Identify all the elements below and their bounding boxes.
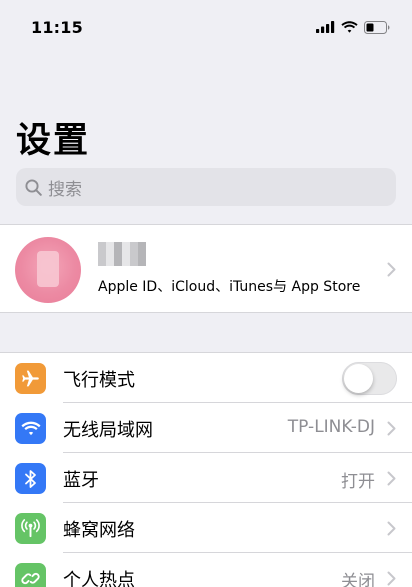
avatar-blurred-content	[37, 251, 59, 287]
apple-id-profile-row[interactable]: Apple ID、iCloud、iTunes与 App Store	[0, 224, 412, 313]
hotspot-link-icon	[15, 563, 46, 587]
settings-list: 飞行模式 无线局域网 TP-LINK-DJ 蓝牙 打开 蜂窝网络 个人热点 关闭	[0, 352, 412, 587]
cellular-signal-icon	[316, 21, 335, 33]
airplane-mode-toggle[interactable]	[342, 362, 397, 395]
settings-row-airplane-mode[interactable]: 飞行模式	[0, 353, 412, 403]
settings-row-label: 无线局域网	[63, 420, 153, 441]
airplane-icon	[15, 363, 46, 394]
status-time: 11:15	[31, 17, 83, 37]
page-title: 设置	[16, 121, 91, 161]
settings-row-wifi[interactable]: 无线局域网 TP-LINK-DJ	[0, 403, 412, 453]
settings-row-value: 关闭	[341, 572, 375, 587]
chevron-right-icon	[387, 571, 396, 586]
profile-subtitle: Apple ID、iCloud、iTunes与 App Store	[98, 279, 361, 295]
wifi-icon	[341, 21, 358, 33]
search-input[interactable]: 搜索	[16, 168, 396, 206]
chevron-right-icon	[387, 262, 396, 277]
toggle-knob	[344, 364, 373, 393]
settings-row-value: TP-LINK-DJ	[287, 417, 375, 437]
settings-row-label: 蓝牙	[63, 470, 99, 491]
settings-row-label: 个人热点	[63, 570, 135, 587]
status-icons	[316, 20, 390, 34]
antenna-icon	[15, 513, 46, 544]
status-bar: 11:15	[0, 0, 412, 54]
settings-row-label: 蜂窝网络	[63, 520, 135, 541]
battery-icon	[364, 20, 390, 34]
settings-row-bluetooth[interactable]: 蓝牙 打开	[0, 453, 412, 503]
bluetooth-icon	[15, 463, 46, 494]
chevron-right-icon	[387, 521, 396, 536]
chevron-right-icon	[387, 421, 396, 436]
search-icon	[25, 178, 42, 196]
settings-row-value: 打开	[341, 472, 375, 492]
settings-row-personal-hotspot[interactable]: 个人热点 关闭	[0, 553, 412, 587]
pixelated-user-name	[98, 242, 146, 266]
settings-row-cellular[interactable]: 蜂窝网络	[0, 503, 412, 553]
settings-row-label: 飞行模式	[63, 370, 135, 391]
search-placeholder: 搜索	[48, 179, 82, 200]
avatar	[15, 237, 81, 303]
wifi-icon	[15, 413, 46, 444]
chevron-right-icon	[387, 471, 396, 486]
